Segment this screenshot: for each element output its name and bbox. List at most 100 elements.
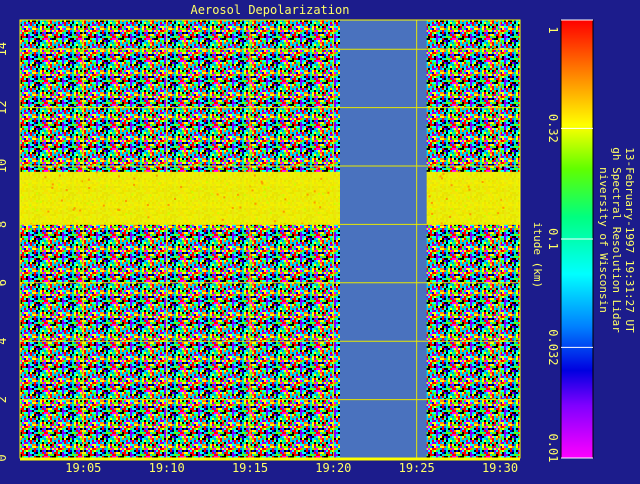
cloud-speckle [167,212,170,215]
cloud-speckle [478,169,481,172]
cloud-speckle [127,227,130,230]
cloud-speckle [96,229,99,232]
x-tick-label: 19:15 [232,461,268,475]
cloud-speckle [27,172,30,175]
cloud-speckle [221,227,224,230]
cloud-speckle [33,228,36,231]
cloud-speckle [71,229,74,232]
cloud-speckle [264,194,267,197]
cloud-speckle [219,226,222,229]
cloud-speckle [39,201,42,204]
cloud-speckle [75,217,78,220]
colorbar-tick-label: 0.032 [546,329,560,365]
cloud-speckle [226,183,229,186]
cloud-speckle [294,183,297,186]
cloud-speckle [313,201,316,204]
y-tick-label: 8 [0,221,9,228]
cloud-speckle [117,175,120,178]
cloud-speckle [455,189,458,192]
cloud-speckle [428,195,431,198]
cloud-speckle [26,170,29,173]
cloud-speckle [25,227,28,230]
cloud-speckle [117,208,120,211]
cloud-speckle [58,183,61,186]
cloud-speckle [216,193,219,196]
cloud-speckle [317,211,320,214]
cloud-speckle [467,185,470,188]
y-tick-label: 10 [0,159,9,173]
cloud-speckle [458,170,461,173]
cloud-speckle [260,180,263,183]
x-tick-label: 19:30 [482,461,518,475]
cloud-speckle [431,215,434,218]
cloud-speckle [133,183,136,186]
cloud-speckle [88,186,91,189]
x-tick-label: 19:10 [149,461,185,475]
cloud-speckle [98,166,101,169]
cloud-speckle [62,224,65,227]
cloud-speckle [65,189,68,192]
cloud-speckle [79,209,82,212]
cloud-speckle [125,213,128,216]
cloud-speckle [199,187,202,190]
cloud-speckle [313,190,316,193]
y-tick-label: 14 [0,42,9,56]
cloud-speckle [464,205,467,208]
cloud-speckle [253,174,256,177]
cloud-speckle [280,168,283,171]
cloud-speckle [191,190,194,193]
cloud-speckle [469,213,472,216]
cloud-speckle [131,193,134,196]
cloud-speckle [288,202,291,205]
cloud-speckle [431,212,434,215]
cloud-speckle [158,182,161,185]
cloud-speckle [333,203,336,206]
cloud-speckle [20,196,23,199]
chart-svg: 19:05 19:10 19:15 19:20 19:25 19:30 0 2 4 6 8 10 12 1… [0,3,636,475]
cloud-speckle [155,174,158,177]
cloud-speckle [217,212,220,215]
cloud-speckle [121,177,124,180]
cloud-speckle [205,181,208,184]
cloud-speckle [87,168,90,171]
y-axis-label: itude (km) [531,222,544,288]
cloud-speckle [468,172,471,175]
cloud-speckle [56,167,59,170]
cloud-speckle [60,199,63,202]
cloud-speckle [180,186,183,189]
cloud-speckle [95,171,98,174]
cloud-speckle [167,203,170,206]
colorbar-tick-label: 0.01 [546,434,560,463]
x-tick-label: 19:25 [399,461,435,475]
cloud-speckle [289,228,292,231]
cloud-speckle [263,186,266,189]
cloud-speckle [176,226,179,229]
cloud-speckle [223,196,226,199]
side-text-line2: gh Spectral Resolution Lidar [610,147,623,333]
lidar-chart: 19:05 19:10 19:15 19:20 19:25 19:30 0 2 4 6 8 10 12 1… [0,0,640,480]
cloud-speckle [231,168,234,171]
cloud-speckle [51,183,54,186]
cloud-speckle [239,206,242,209]
cloud-layer [20,171,520,225]
cloud-speckle [317,192,320,195]
y-tick-label: 6 [0,279,9,286]
cloud-speckle [231,207,234,210]
cloud-speckle [284,198,287,201]
cloud-speckle [196,227,199,230]
cloud-speckle [212,172,215,175]
cloud-speckle [133,177,136,180]
cloud-speckle [449,215,452,218]
cloud-speckle [236,193,239,196]
cloud-speckle [430,208,433,211]
cloud-speckle [282,210,285,213]
cloud-speckle [322,193,325,196]
cloud-speckle [319,206,322,209]
cloud-speckle [29,204,32,207]
cloud-speckle [467,218,470,221]
cloud-speckle [468,188,471,191]
cloud-speckle [306,193,309,196]
cloud-speckle [86,202,89,205]
cloud-speckle [263,190,266,193]
cloud-speckle [87,178,90,181]
